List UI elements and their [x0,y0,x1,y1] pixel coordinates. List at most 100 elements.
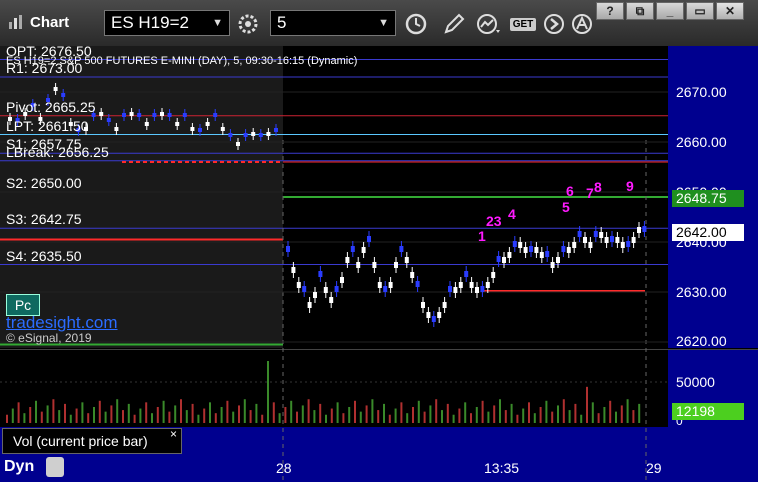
volume-bar [406,413,409,423]
candle-body [175,122,180,126]
time-tick: 29 [646,460,662,476]
volume-bar [325,414,327,423]
candle-body [274,128,278,132]
volume-bar [168,411,171,423]
level-label: R1: 2673.00 [6,60,83,76]
candle-body [415,281,420,287]
candle-body [475,287,479,293]
volume-bar [93,406,95,423]
volume-bar [452,414,455,423]
counter-label: 6 [566,183,574,199]
candle-body [448,286,452,292]
close-icon[interactable]: × [170,427,177,441]
volume-bar [458,408,461,423]
volume-bar [586,386,588,423]
candle-body [160,112,164,116]
volume-bar [336,402,339,423]
volume-bar [574,403,577,423]
volume-bar [40,411,43,423]
candle-body [615,237,620,243]
candle-body [182,113,187,117]
candle-body [350,246,355,252]
candle-body [566,247,571,253]
volume-bar [562,399,565,423]
counter-label: 9 [626,178,634,194]
volume-bar [319,403,322,423]
lock-icon[interactable] [46,457,64,477]
volume-bar [348,406,351,423]
volume-bar [394,408,397,423]
volume-bar [197,414,200,423]
candle-body [122,113,126,117]
volume-bar [122,410,124,423]
volume-bar [46,405,49,423]
volume-bar [81,402,84,423]
candle-body [53,87,58,91]
candle-body [340,277,344,283]
volume-bar [597,413,600,423]
volume-bar [261,414,264,423]
volume-bar [626,399,629,423]
volume-bar [98,400,101,423]
candle-body [545,251,550,257]
volume-bar [557,405,559,423]
candle-body [588,242,593,248]
volume-bar [75,408,78,423]
volume-bar [446,403,449,423]
candle-body [144,122,149,126]
chart-canvas: 123 4 56 7 8 9 [0,46,668,482]
candle-body [572,242,577,248]
counter-label: 5 [562,199,570,215]
volume-bar [104,411,107,423]
candle-body [236,142,240,146]
candle-body [334,286,339,292]
volume-study-label[interactable]: Vol (current price bar) [2,428,182,454]
volume-bar [180,399,182,423]
volume-bar [504,410,507,423]
volume-bar [290,400,293,423]
candle-body [129,112,134,116]
volume-bar [493,405,496,423]
candle-body [152,113,157,117]
candle-body [539,252,544,258]
volume-bar [52,399,55,423]
candle-body [399,246,404,252]
volume-bar [17,402,20,423]
dynamic-mode-label[interactable]: Dyn [4,458,34,476]
volume-tick: 50000 [676,374,715,390]
volume-bar [371,399,374,423]
volume-bar [330,408,333,423]
level-label: S4: 2635.50 [6,247,82,264]
level-label: Pivot: 2665.25 [6,98,96,115]
volume-bar [417,400,420,423]
counter-label: 4 [508,206,516,222]
counter-label: 23 [486,213,502,229]
volume-bar [272,402,275,423]
brand-link[interactable]: tradesight.com [6,313,118,333]
candle-body [302,286,307,292]
volume-bar [528,402,530,423]
candle-body [485,282,490,288]
volume-bar [156,406,159,423]
volume-bar [487,411,490,423]
candle-body [345,257,350,263]
volume-bar [568,410,571,423]
candle-body [631,237,636,243]
volume-bar [139,408,142,423]
price-tag-last: 2642.00 [672,224,744,241]
volume-bar [377,410,380,423]
volume-bar [365,405,368,423]
volume-bar [510,403,513,423]
candle-body [512,241,517,247]
candle-body [431,316,436,322]
candle-body [296,282,301,288]
candle-body [577,231,582,237]
volume-bar [551,411,554,423]
candle-body [437,312,442,318]
candle-body [464,271,469,277]
candle-body [523,247,528,253]
candle-body [626,241,631,247]
candle-body [372,262,377,268]
volume-bar [58,410,61,423]
candle-body [313,292,317,298]
